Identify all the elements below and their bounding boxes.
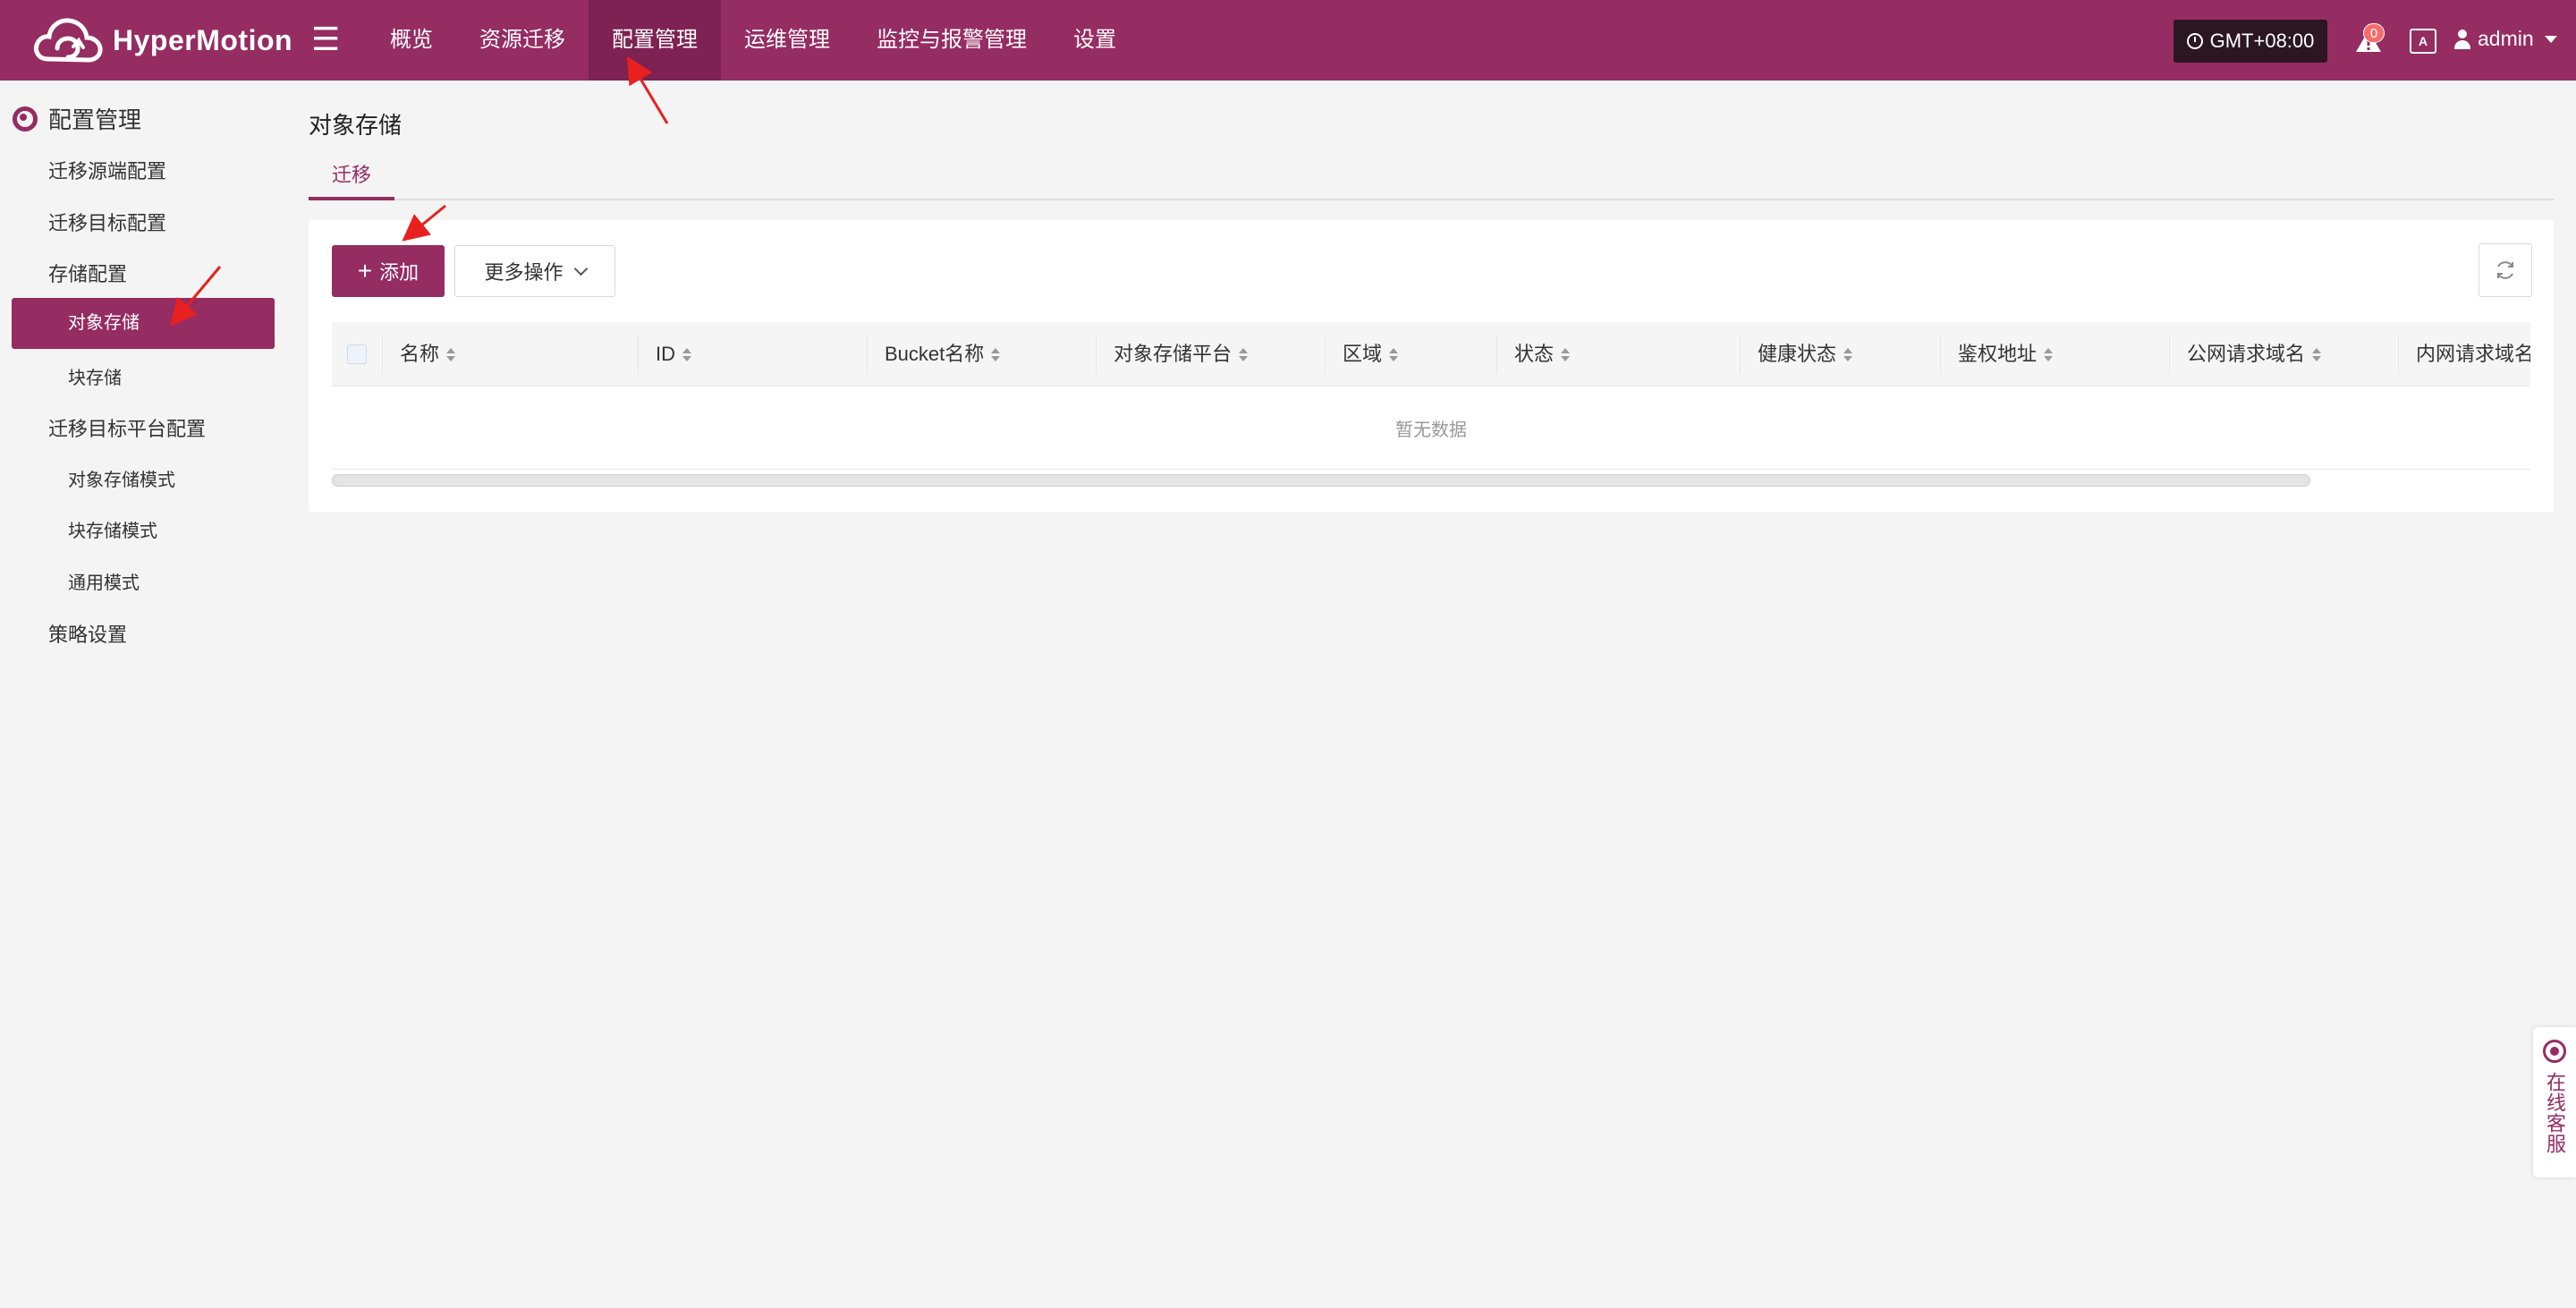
sidebar-item-general-mode[interactable]: 通用模式 (68, 568, 140, 594)
online-support-label: 在线客服 (2544, 1072, 2566, 1154)
timezone-display[interactable]: GMT+08:00 (2174, 20, 2327, 63)
user-menu[interactable]: admin (2454, 27, 2557, 51)
online-support-tab[interactable]: 在线客服 (2533, 1027, 2576, 1177)
caret-down-icon (2544, 35, 2557, 43)
add-button-label: 添加 (379, 261, 419, 284)
top-navbar: HyperMotion ☰ 概览 资源迁移 配置管理 运维管理 监控与报警管理 … (0, 0, 2576, 81)
column-header-platform[interactable]: 对象存储平台 (1096, 322, 1325, 386)
column-header-private-domain[interactable]: 内网请求域名 (2398, 322, 2530, 386)
column-label: 区域 (1343, 343, 1383, 365)
select-all-checkbox[interactable] (347, 344, 367, 364)
column-header-id[interactable]: ID (638, 322, 867, 386)
column-label: Bucket名称 (885, 343, 985, 365)
column-header-status[interactable]: 状态 (1496, 322, 1740, 386)
sidebar-item-object-storage-mode[interactable]: 对象存储模式 (68, 465, 175, 491)
sidebar-item-storage-config[interactable]: 存储配置 (48, 259, 127, 287)
sidebar-item-target-platform-config[interactable]: 迁移目标平台配置 (48, 413, 206, 442)
sort-icon[interactable] (1843, 347, 1853, 363)
menu-toggle-icon[interactable]: ☰ (311, 21, 340, 57)
plus-icon: + (357, 257, 373, 285)
sidebar-item-block-storage-mode[interactable]: 块存储模式 (68, 516, 157, 542)
timezone-label: GMT+08:00 (2209, 30, 2315, 52)
column-label: ID (656, 343, 675, 365)
nav-item-config[interactable]: 配置管理 (589, 0, 721, 81)
headset-icon (2543, 1040, 2566, 1063)
select-all-cell (332, 322, 382, 386)
column-label: 状态 (1514, 343, 1555, 365)
column-label: 名称 (400, 343, 440, 365)
main-nav: 概览 资源迁移 配置管理 运维管理 监控与报警管理 设置 (367, 0, 1140, 81)
nav-item-ops[interactable]: 运维管理 (721, 0, 853, 81)
column-header-bucket-name[interactable]: Bucket名称 (867, 322, 1096, 386)
nav-item-monitoring[interactable]: 监控与报警管理 (853, 0, 1050, 81)
table-header-row: 名称 ID Bucket名称 对象存储平台 区域 状态 健康状态 鉴权地址 公网… (332, 322, 2530, 386)
sidebar-item-target-config[interactable]: 迁移目标配置 (48, 208, 166, 236)
column-header-public-domain[interactable]: 公网请求域名 (2169, 322, 2398, 386)
app-name: HyperMotion (113, 23, 293, 56)
refresh-button[interactable] (2479, 243, 2532, 297)
sidebar-title: 配置管理 (48, 106, 142, 133)
nav-item-migration[interactable]: 资源迁移 (456, 0, 589, 81)
divider (332, 469, 2530, 470)
column-header-name[interactable]: 名称 (382, 322, 638, 386)
language-label: A (2418, 34, 2428, 48)
language-switch-icon[interactable]: A (2410, 29, 2436, 54)
cloud-logo-icon (34, 18, 103, 63)
content-card: + 添加 更多操作 名称 ID Bucket名称 对象存储平台 区域 状态 健康… (309, 220, 2554, 512)
more-actions-dropdown[interactable]: 更多操作 (454, 245, 615, 297)
page-title: 对象存储 (309, 112, 402, 139)
refresh-icon (2497, 261, 2513, 279)
sort-icon[interactable] (446, 347, 456, 363)
sidebar-item-source-config[interactable]: 迁移源端配置 (48, 156, 166, 184)
data-table: 名称 ID Bucket名称 对象存储平台 区域 状态 健康状态 鉴权地址 公网… (332, 322, 2530, 514)
sort-icon[interactable] (2044, 347, 2054, 363)
user-name: admin (2478, 27, 2534, 50)
sort-icon[interactable] (682, 347, 691, 363)
sort-icon[interactable] (1239, 347, 1249, 363)
sort-icon[interactable] (991, 347, 1001, 363)
tab-bar: 迁移 (309, 159, 2554, 200)
clock-icon (2186, 33, 2203, 49)
sidebar-item-object-storage[interactable]: 对象存储 (12, 298, 275, 349)
column-label: 对象存储平台 (1114, 343, 1233, 365)
column-label: 内网请求域名 (2416, 343, 2530, 365)
horizontal-scrollbar[interactable] (332, 474, 2310, 487)
column-header-auth-url[interactable]: 鉴权地址 (1940, 322, 2169, 386)
sort-icon[interactable] (1561, 347, 1571, 363)
column-label: 鉴权地址 (1958, 343, 2038, 365)
sidebar: 配置管理 迁移源端配置 迁移目标配置 存储配置 对象存储 块存储 迁移目标平台配… (0, 81, 286, 1308)
user-icon (2454, 29, 2470, 49)
nav-item-settings[interactable]: 设置 (1050, 0, 1140, 81)
sort-icon[interactable] (1389, 347, 1399, 363)
column-label: 公网请求域名 (2187, 343, 2306, 365)
sidebar-item-policy-settings[interactable]: 策略设置 (48, 619, 127, 648)
nav-item-overview[interactable]: 概览 (367, 0, 456, 81)
more-actions-label: 更多操作 (484, 261, 564, 284)
gear-icon (13, 106, 38, 132)
alert-count-badge: 0 (2363, 23, 2385, 43)
column-header-region[interactable]: 区域 (1325, 322, 1496, 386)
sidebar-header: 配置管理 (13, 102, 141, 135)
add-button[interactable]: + 添加 (332, 245, 445, 297)
app-logo[interactable]: HyperMotion (32, 13, 292, 68)
sort-icon[interactable] (2312, 347, 2322, 363)
sidebar-item-block-storage[interactable]: 块存储 (68, 363, 122, 389)
column-header-health[interactable]: 健康状态 (1740, 322, 1940, 386)
chevron-down-icon (573, 261, 588, 276)
tab-migration[interactable]: 迁移 (309, 159, 394, 200)
empty-state-text: 暂无数据 (1395, 420, 1467, 440)
column-label: 健康状态 (1758, 343, 1837, 365)
